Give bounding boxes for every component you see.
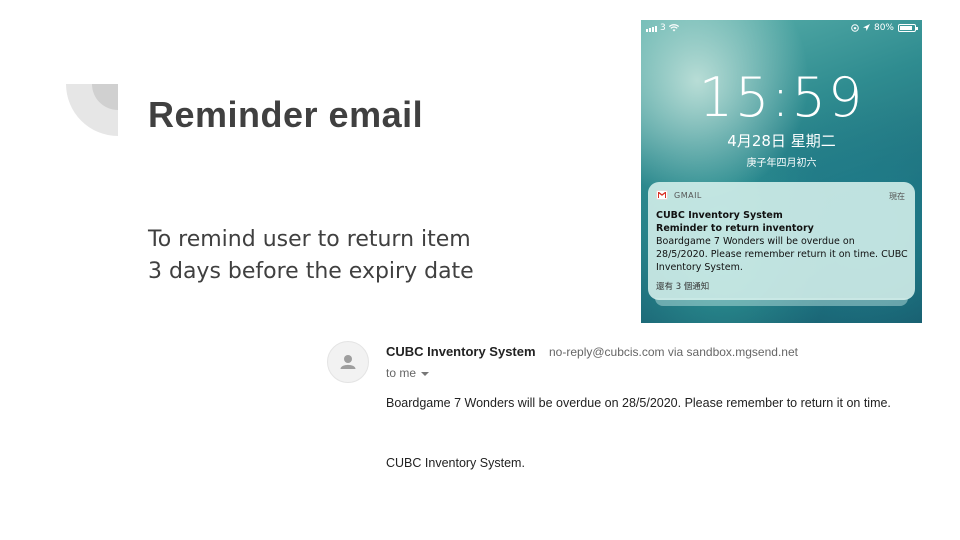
notification-app-name: GMAIL	[674, 191, 702, 200]
slide-title: Reminder email	[148, 94, 424, 135]
email-body: Boardgame 7 Wonders will be overdue on 2…	[386, 396, 891, 410]
lock-rotation-icon	[851, 24, 859, 32]
gmail-notification[interactable]: GMAIL 現在 CUBC Inventory System Reminder …	[648, 182, 915, 300]
notification-timestamp: 現在	[889, 192, 905, 201]
battery-icon	[898, 24, 918, 32]
caret-down-icon[interactable]	[421, 371, 430, 376]
recipient-details-toggle[interactable]: to me	[386, 366, 430, 380]
lockscreen-time: 15:59	[698, 66, 865, 129]
signal-icon	[646, 24, 657, 32]
body-line: To remind user to return item	[148, 227, 471, 252]
notification-message: Boardgame 7 Wonders will be overdue on 2…	[656, 236, 908, 273]
carrier-label: 3	[660, 23, 666, 33]
wifi-icon	[668, 24, 679, 32]
notification-subject: Reminder to return inventory	[656, 223, 814, 234]
phone-lockscreen-screenshot: 3 80% 15:59 4月28日 星期二 庚子年四月初六 GMAIL 現在 C…	[641, 20, 922, 323]
status-bar: 3 80%	[641, 20, 922, 36]
decorative-shape	[66, 84, 118, 136]
notification-sender: CUBC Inventory System	[656, 210, 783, 221]
email-sender-address: no-reply@cubcis.com via sandbox.mgsend.n…	[549, 345, 798, 359]
battery-percent: 80%	[873, 23, 894, 33]
recipient-label: to me	[386, 366, 417, 380]
slide-body: To remind user to return item 3 days bef…	[148, 224, 474, 288]
more-notifications-label: 還有 3 個通知	[656, 282, 710, 292]
lockscreen-date: 4月28日 星期二	[727, 132, 836, 150]
email-sender-name[interactable]: CUBC Inventory System	[386, 344, 536, 359]
person-icon	[340, 355, 356, 369]
email-signature: CUBC Inventory System.	[386, 456, 525, 470]
gmail-icon	[656, 190, 668, 200]
avatar	[327, 341, 369, 383]
body-line: 3 days before the expiry date	[148, 259, 474, 284]
lockscreen-lunar-date: 庚子年四月初六	[746, 158, 817, 169]
location-icon	[862, 24, 870, 31]
